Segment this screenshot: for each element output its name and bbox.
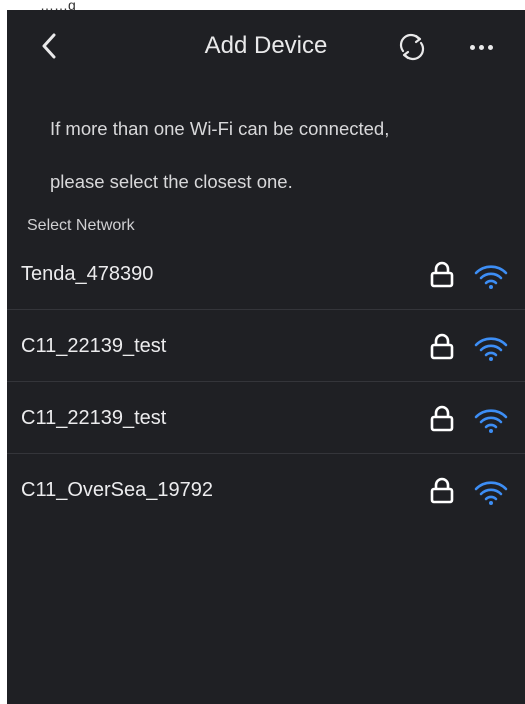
lock-icon bbox=[430, 261, 454, 288]
tip-line-1: If more than one Wi-Fi can be connected, bbox=[50, 118, 390, 139]
lock-icon bbox=[430, 477, 454, 504]
lock-icon bbox=[430, 405, 454, 432]
wifi-icon bbox=[474, 265, 508, 289]
refresh-icon bbox=[399, 33, 425, 61]
clipped-top-text: ……g bbox=[40, 0, 76, 10]
network-item[interactable]: C11_OverSea_19792 bbox=[7, 454, 525, 526]
connection-tip: If more than one Wi-Fi can be connected,… bbox=[50, 114, 510, 220]
more-dots-icon bbox=[487, 44, 493, 50]
app-screen: Add Device If more than one Wi-Fi can be… bbox=[7, 10, 525, 704]
network-ssid: C11_OverSea_19792 bbox=[21, 479, 213, 501]
header-bar: Add Device bbox=[7, 10, 525, 82]
network-ssid: C11_22139_test bbox=[21, 335, 167, 357]
more-button[interactable] bbox=[461, 30, 501, 64]
network-list: Tenda_478390 C11_22139_test C11_22139_te… bbox=[7, 238, 525, 526]
lock-icon bbox=[430, 333, 454, 360]
network-item[interactable]: Tenda_478390 bbox=[7, 238, 525, 310]
wifi-icon bbox=[474, 481, 508, 505]
network-ssid: Tenda_478390 bbox=[21, 263, 154, 285]
network-ssid: C11_22139_test bbox=[21, 407, 167, 429]
refresh-button[interactable] bbox=[395, 30, 429, 64]
more-dots-icon bbox=[478, 44, 484, 50]
wifi-icon bbox=[474, 337, 508, 361]
tip-line-2: please select the closest one. bbox=[50, 171, 293, 192]
network-item[interactable]: C11_22139_test bbox=[7, 310, 525, 382]
wifi-icon bbox=[474, 409, 508, 433]
network-item[interactable]: C11_22139_test bbox=[7, 382, 525, 454]
more-dots-icon bbox=[469, 44, 475, 50]
page-title: Add Device bbox=[204, 32, 328, 59]
select-network-label: Select Network bbox=[27, 217, 135, 234]
